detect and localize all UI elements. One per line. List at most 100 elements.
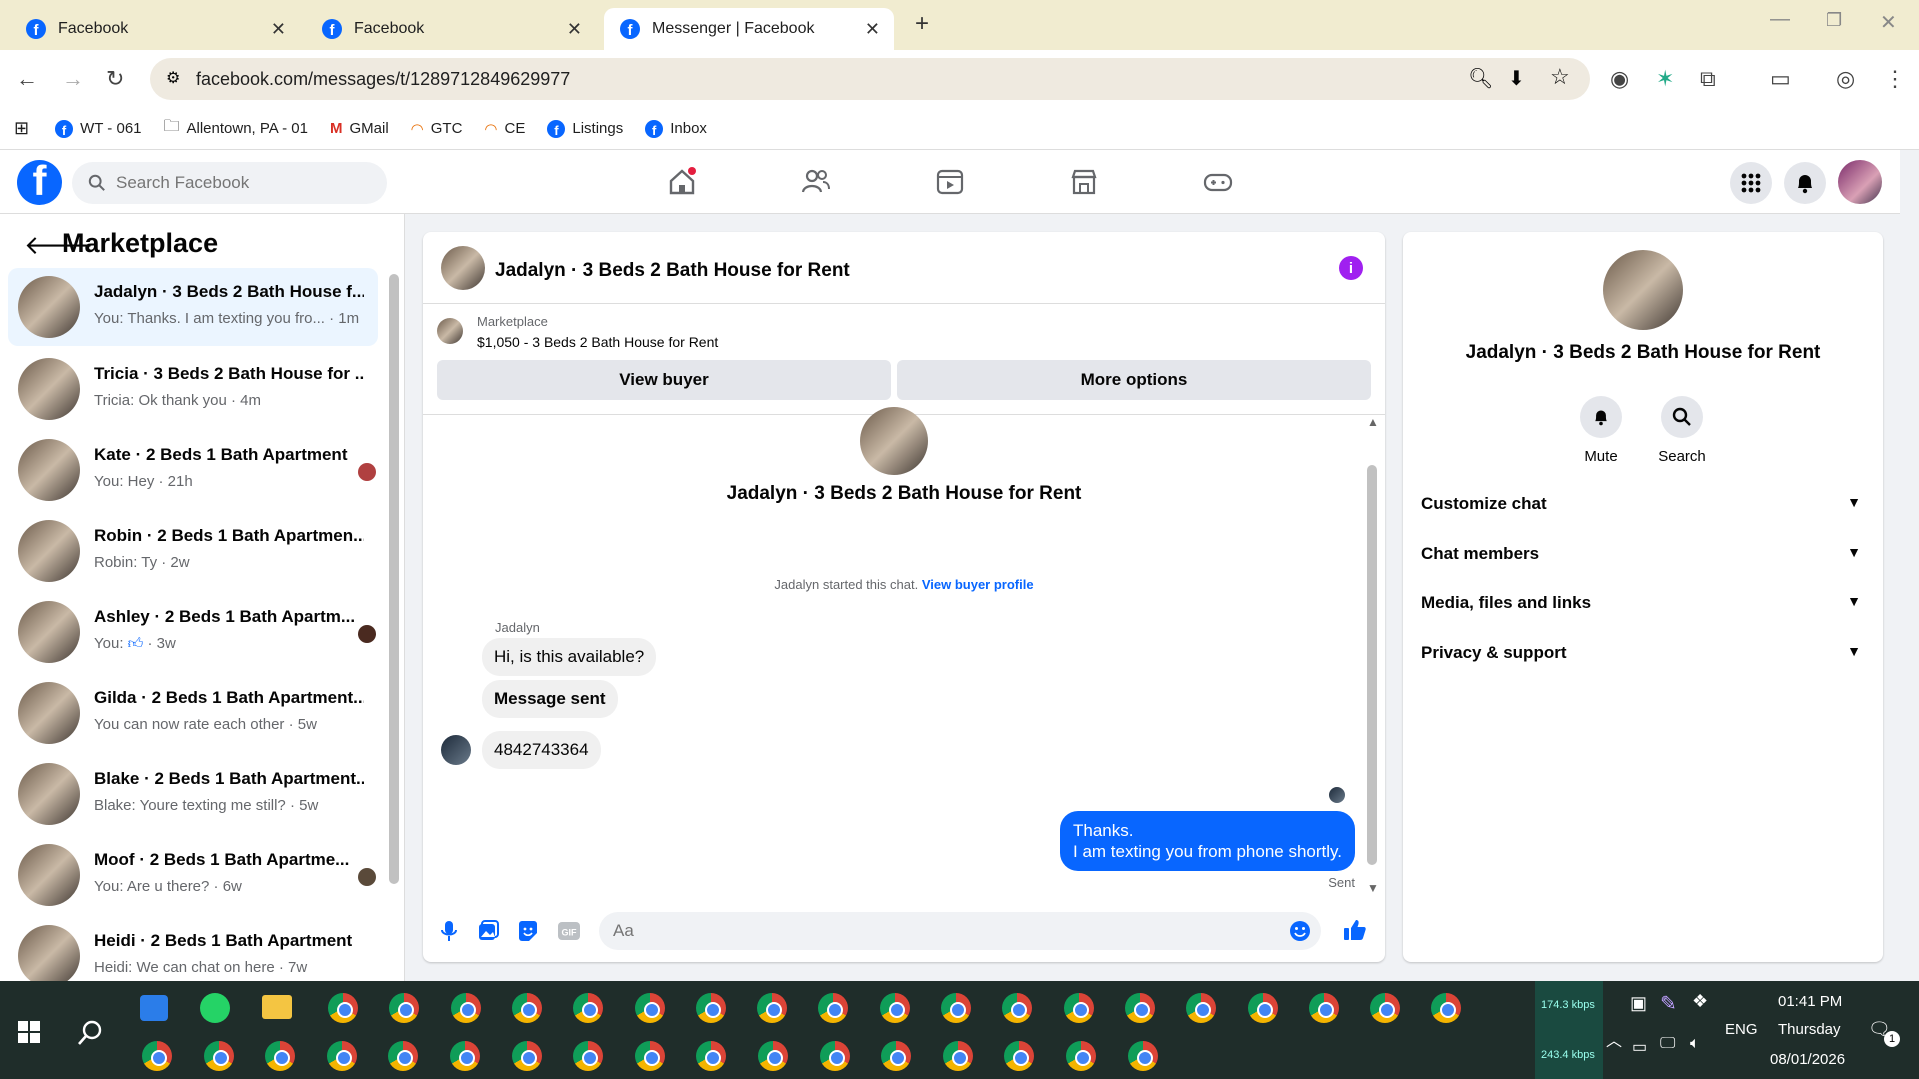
chrome-window-icon[interactable] bbox=[388, 1041, 419, 1071]
bookmark-wt[interactable]: f WT - 061 bbox=[55, 119, 142, 138]
new-tab-icon[interactable]: + bbox=[915, 10, 929, 38]
minimize-icon[interactable]: — bbox=[1770, 8, 1790, 31]
cookie-extension-icon[interactable]: ◉ bbox=[1610, 64, 1629, 94]
chrome-window-icon[interactable] bbox=[1186, 993, 1217, 1023]
chrome-window-icon[interactable] bbox=[634, 993, 665, 1023]
photo-icon[interactable] bbox=[477, 920, 499, 942]
account-avatar[interactable] bbox=[1838, 160, 1882, 204]
bookmark-inbox[interactable]: f Inbox bbox=[645, 119, 707, 138]
extensions-puzzle-icon[interactable]: ⧉ bbox=[1700, 64, 1716, 94]
chat-scrollbar[interactable] bbox=[1367, 465, 1377, 865]
chrome-window-icon[interactable] bbox=[1124, 993, 1155, 1023]
chrome-window-icon[interactable] bbox=[1127, 1041, 1158, 1071]
tray-pen-icon[interactable]: ✎ bbox=[1660, 991, 1677, 1016]
chrome-window-icon[interactable] bbox=[328, 993, 358, 1023]
tray-dropbox-icon[interactable]: ❖ bbox=[1692, 991, 1708, 1012]
chrome-window-icon[interactable] bbox=[819, 1041, 850, 1071]
chrome-window-icon[interactable] bbox=[203, 1041, 234, 1071]
emoji-icon[interactable] bbox=[1289, 920, 1311, 942]
forward-icon[interactable]: → bbox=[62, 64, 84, 94]
nav-video[interactable] bbox=[930, 164, 970, 200]
clock-date[interactable]: 08/01/2026 bbox=[1770, 1051, 1845, 1068]
chrome-window-icon[interactable] bbox=[696, 1041, 727, 1071]
incoming-message[interactable]: Message sent bbox=[482, 680, 618, 718]
windows-start-icon[interactable] bbox=[18, 1021, 40, 1043]
sidebar-scrollbar[interactable] bbox=[389, 274, 399, 884]
tray-chevron-up-icon[interactable]: ︿ bbox=[1606, 1027, 1622, 1051]
tab-search-icon[interactable]: ▭ bbox=[1770, 64, 1791, 94]
bookmark-allentown[interactable]: 🗀 Allentown, PA - 01 bbox=[164, 115, 308, 142]
chrome-window-icon[interactable] bbox=[1063, 993, 1094, 1023]
apps-grid-icon[interactable]: ⊞ bbox=[14, 118, 29, 139]
nav-gaming[interactable] bbox=[1198, 164, 1238, 200]
chrome-window-icon[interactable] bbox=[511, 993, 542, 1023]
tab-facebook-2[interactable]: f Facebook ✕ bbox=[306, 8, 596, 50]
conversation-item[interactable]: Kate · 2 Beds 1 Bath Apartment You: Hey … bbox=[8, 431, 378, 509]
search-action[interactable]: Search bbox=[1642, 396, 1722, 465]
tab-messenger[interactable]: f Messenger | Facebook ✕ bbox=[604, 8, 894, 50]
clock-time[interactable]: 01:41 PM bbox=[1778, 993, 1842, 1010]
facebook-logo-icon[interactable]: f bbox=[17, 160, 62, 205]
chrome-window-icon[interactable] bbox=[450, 993, 481, 1023]
sticker-icon[interactable] bbox=[517, 920, 539, 942]
chrome-window-icon[interactable] bbox=[881, 1041, 912, 1071]
tray-display-icon[interactable]: ▣ bbox=[1630, 993, 1647, 1014]
chrome-window-icon[interactable] bbox=[142, 1041, 172, 1071]
bookmark-star-icon[interactable]: ☆ bbox=[1550, 64, 1570, 90]
chrome-window-icon[interactable] bbox=[450, 1041, 480, 1071]
chrome-window-icon[interactable] bbox=[634, 1041, 665, 1071]
browser-menu-icon[interactable]: ⋮ bbox=[1884, 64, 1906, 94]
extension-icon[interactable]: ✶ bbox=[1656, 64, 1674, 94]
address-bar[interactable]: ⚙ facebook.com/messages/t/12897128496299… bbox=[150, 58, 1590, 100]
incoming-message[interactable]: Hi, is this available? bbox=[482, 638, 657, 676]
tray-network-icon[interactable]: 🖵︎ bbox=[1660, 1035, 1675, 1053]
info-icon[interactable]: i bbox=[1339, 256, 1363, 280]
incoming-message[interactable]: 4842743364 bbox=[482, 731, 601, 769]
conversation-item[interactable]: Robin · 2 Beds 1 Bath Apartmen... Robin:… bbox=[8, 512, 378, 590]
conversation-item[interactable]: Gilda · 2 Beds 1 Bath Apartment... You c… bbox=[8, 674, 378, 752]
chrome-window-icon[interactable] bbox=[757, 993, 788, 1023]
chrome-window-icon[interactable] bbox=[1370, 993, 1401, 1023]
details-avatar[interactable] bbox=[1603, 250, 1683, 330]
tray-volume-icon[interactable]: 🔈︎ bbox=[1690, 1035, 1700, 1053]
conversation-item[interactable]: Moof · 2 Beds 1 Bath Apartme... You: Are… bbox=[8, 836, 378, 914]
chrome-window-icon[interactable] bbox=[265, 1041, 296, 1071]
chrome-window-icon[interactable] bbox=[511, 1041, 542, 1071]
bookmark-listings[interactable]: f Listings bbox=[547, 119, 623, 138]
back-icon[interactable]: ← bbox=[16, 64, 38, 94]
bookmark-gmail[interactable]: M GMail bbox=[330, 120, 389, 137]
scroll-down-icon[interactable]: ▼ bbox=[1367, 881, 1379, 895]
chrome-window-icon[interactable] bbox=[941, 993, 971, 1023]
view-buyer-button[interactable]: View buyer bbox=[437, 360, 891, 400]
section-customize-chat[interactable]: Customize chat ▼ bbox=[1421, 494, 1861, 514]
chrome-window-icon[interactable] bbox=[1004, 1041, 1035, 1071]
tray-battery-icon[interactable]: ▭ bbox=[1632, 1037, 1647, 1057]
menu-button[interactable] bbox=[1730, 162, 1772, 204]
close-tab-icon[interactable]: ✕ bbox=[865, 19, 880, 40]
conversation-item[interactable]: Ashley · 2 Beds 1 Bath Apartm... You: 👍︎… bbox=[8, 593, 378, 671]
search-input[interactable] bbox=[116, 173, 356, 193]
install-app-icon[interactable]: ⬇ bbox=[1508, 66, 1525, 91]
zoom-icon[interactable]: 🔍︎ bbox=[1468, 66, 1493, 91]
chrome-window-icon[interactable] bbox=[573, 1041, 604, 1071]
chrome-window-icon[interactable] bbox=[695, 993, 726, 1023]
chrome-window-icon[interactable] bbox=[879, 993, 910, 1023]
section-chat-members[interactable]: Chat members ▼ bbox=[1421, 544, 1861, 564]
reload-icon[interactable]: ↻ bbox=[106, 64, 124, 94]
more-options-button[interactable]: More options bbox=[897, 360, 1371, 400]
message-input-wrapper[interactable] bbox=[599, 912, 1321, 950]
nav-home[interactable] bbox=[662, 164, 702, 200]
tab-facebook-1[interactable]: f Facebook ✕ bbox=[10, 8, 300, 50]
mute-action[interactable]: Mute bbox=[1561, 396, 1641, 465]
section-privacy-support[interactable]: Privacy & support ▼ bbox=[1421, 643, 1861, 663]
facebook-search[interactable] bbox=[72, 162, 387, 204]
chrome-window-icon[interactable] bbox=[1066, 1041, 1096, 1071]
microphone-icon[interactable] bbox=[439, 920, 459, 942]
language-indicator[interactable]: ENG bbox=[1725, 1021, 1758, 1038]
outgoing-message[interactable]: Thanks. I am texting you from phone short… bbox=[1060, 811, 1355, 871]
conversation-item[interactable]: Tricia · 3 Beds 2 Bath House for ... Tri… bbox=[8, 350, 378, 428]
profile-icon[interactable]: ◎ bbox=[1836, 64, 1855, 94]
view-buyer-profile-link[interactable]: View buyer profile bbox=[922, 577, 1034, 592]
chrome-window-icon[interactable] bbox=[942, 1041, 973, 1071]
chrome-window-icon[interactable] bbox=[1247, 993, 1278, 1023]
